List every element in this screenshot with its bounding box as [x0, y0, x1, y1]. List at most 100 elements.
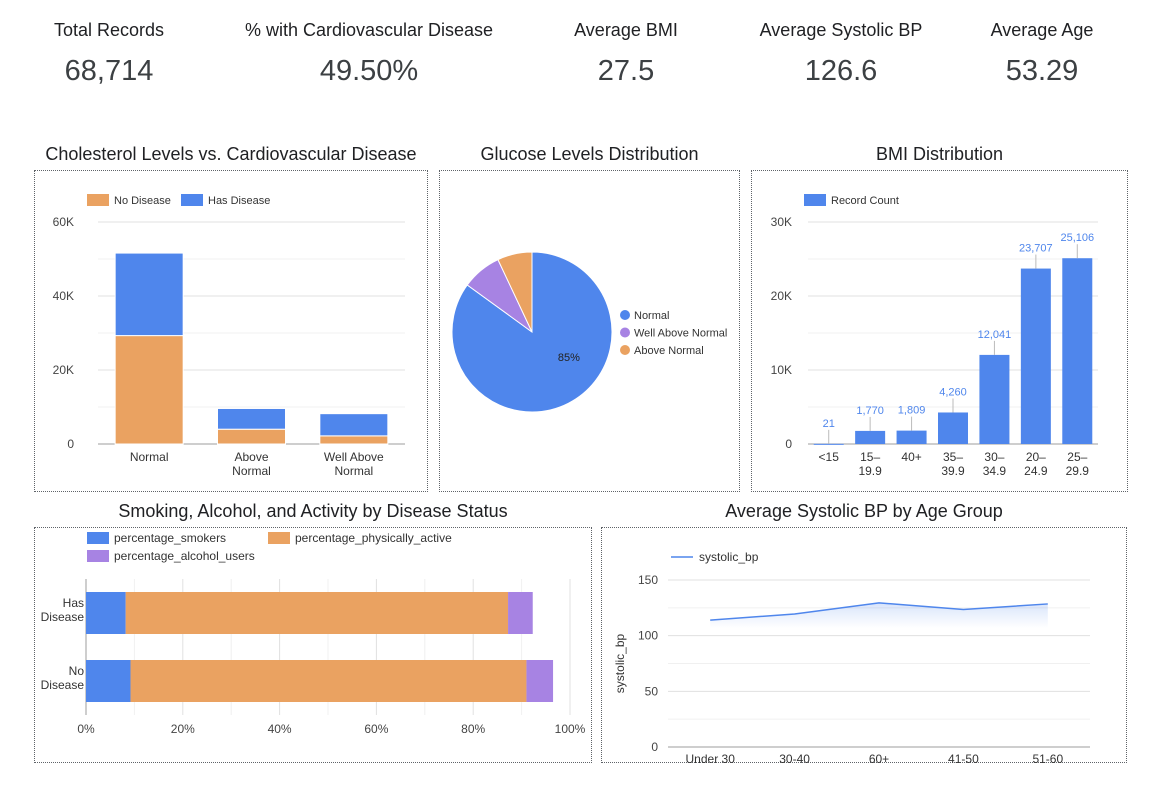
- kpi-cardio-percentage: % with Cardiovascular Disease 49.50%: [238, 20, 500, 88]
- kpi-total-records: Total Records 68,714: [40, 20, 178, 88]
- cholesterol-chart-panel: 0 20K 40K 60K Normal Above Normal Well Above Nor…: [34, 170, 428, 492]
- kpi-value: 49.50%: [319, 55, 419, 87]
- x-tick-label: Well Above: [324, 450, 384, 464]
- legend-swatch: [87, 550, 109, 562]
- y-axis-label: systolic_bp: [613, 634, 627, 694]
- legend-label: Has Disease: [208, 195, 270, 207]
- systolic-chart-panel: 0 50 100 150 systolic_bp Under 30 30-40 60+ 41-5…: [601, 527, 1127, 766]
- lifestyle-chart-title: Smoking, Alcohol, and Activity by Diseas…: [118, 501, 508, 521]
- x-tick-label: 30–: [984, 450, 1004, 464]
- kpi-average-systolic-bp: Average Systolic BP 126.6: [752, 20, 930, 88]
- legend-swatch: [268, 532, 290, 544]
- kpi-value: 53.29: [1005, 55, 1079, 87]
- kpi-value: 68,714: [64, 55, 154, 87]
- x-tick-label: 40+: [901, 450, 921, 464]
- bar: [979, 354, 1010, 444]
- kpi-value: 126.6: [804, 55, 878, 87]
- bar-segment: [130, 660, 527, 702]
- y-tick-label: 150: [638, 573, 658, 587]
- x-tick-label: 20%: [171, 722, 195, 736]
- bar-segment: [86, 660, 131, 702]
- x-tick-label: <15: [819, 450, 840, 464]
- bar: [1020, 268, 1051, 444]
- x-tick-label: Under 30: [686, 752, 736, 766]
- bar-segment: [319, 435, 389, 445]
- bar-segment: [217, 428, 286, 445]
- legend-label: Above Normal: [634, 345, 704, 357]
- x-tick-label: 30-40: [779, 752, 810, 766]
- x-tick-label: Normal: [334, 464, 373, 478]
- kpi-value: 27.5: [597, 55, 655, 87]
- bar-segment: [508, 592, 533, 634]
- glucose-pie-chart: 85% Normal Well Above Normal Above Normal: [451, 251, 727, 413]
- x-tick-label: Normal: [232, 464, 271, 478]
- legend-swatch: [87, 194, 109, 206]
- bar-segment: [86, 592, 126, 634]
- legend-swatch: [620, 310, 630, 320]
- kpi-average-bmi: Average BMI 27.5: [560, 20, 692, 88]
- data-label: 12,041: [978, 329, 1012, 341]
- x-tick-label: 41-50: [948, 752, 979, 766]
- glucose-chart-title: Glucose Levels Distribution: [480, 144, 699, 164]
- legend-label: systolic_bp: [699, 550, 759, 564]
- bar: [896, 430, 927, 444]
- y-tick-label: 30K: [771, 215, 792, 229]
- legend-swatch: [620, 345, 630, 355]
- systolic-chart-title: Average Systolic BP by Age Group: [725, 501, 1003, 521]
- bar-segment: [526, 660, 554, 702]
- y-tick-label: Disease: [41, 610, 85, 624]
- legend-swatch: [87, 532, 109, 544]
- kpi-label: % with Cardiovascular Disease: [244, 20, 494, 40]
- kpi-label: Average Systolic BP: [759, 20, 923, 40]
- x-tick-label: 80%: [461, 722, 485, 736]
- data-label: 21: [823, 418, 835, 430]
- systolic-line-chart: 0 50 100 150 systolic_bp Under 30 30-40 60+ 41-5…: [613, 550, 1090, 766]
- x-tick-label: 24.9: [1024, 464, 1048, 478]
- pie-slice-label: 85%: [558, 352, 580, 364]
- y-tick-label: 60K: [53, 215, 74, 229]
- glucose-chart-panel: 85% Normal Well Above Normal Above Normal: [439, 170, 740, 492]
- lifestyle-chart-panel: 0% 20% 40% 60% 80% 100% Has Disease No Disease per…: [34, 527, 592, 763]
- data-label: 1,770: [856, 405, 884, 417]
- x-tick-label: 60+: [869, 752, 889, 766]
- bar: [855, 430, 886, 444]
- x-tick-label: 29.9: [1066, 464, 1090, 478]
- bmi-chart-panel: 0 10K 20K 30K 21 <15 1,770 15– 19.9 1,809 40+ 4,260…: [751, 170, 1128, 492]
- y-tick-label: 0: [785, 437, 792, 451]
- kpi-average-age: Average Age 53.29: [980, 20, 1104, 88]
- kpi-label: Average BMI: [574, 20, 678, 40]
- legend-label: percentage_smokers: [114, 531, 226, 545]
- bar-segment: [114, 252, 184, 337]
- y-tick-label: 20K: [53, 363, 74, 377]
- y-tick-label: 0: [67, 437, 74, 451]
- bmi-chart-title: BMI Distribution: [875, 144, 1004, 164]
- x-tick-label: 60%: [364, 722, 388, 736]
- x-tick-label: 40%: [268, 722, 292, 736]
- legend-swatch: [620, 327, 630, 338]
- data-label: 25,106: [1060, 232, 1094, 244]
- bar-segment: [319, 413, 389, 437]
- y-tick-label: 50: [645, 684, 659, 698]
- bar: [813, 443, 844, 445]
- cholesterol-chart-title: Cholesterol Levels vs. Cardiovascular Di…: [45, 144, 417, 164]
- y-tick-label: 20K: [771, 289, 792, 303]
- y-tick-label: 0: [651, 740, 658, 754]
- data-label: 23,707: [1019, 243, 1053, 255]
- bar-segment: [114, 335, 184, 445]
- data-label: 4,260: [939, 386, 967, 398]
- legend-label: percentage_physically_active: [295, 531, 452, 545]
- x-tick-label: Above: [234, 450, 268, 464]
- y-tick-label: Disease: [41, 678, 85, 692]
- y-tick-label: 40K: [53, 289, 74, 303]
- y-tick-label: 10K: [771, 363, 792, 377]
- bar-segment: [125, 592, 509, 634]
- y-tick-label: 100: [638, 629, 658, 643]
- legend-swatch: [181, 194, 203, 206]
- x-tick-label: 25–: [1067, 450, 1087, 464]
- lifestyle-horizontal-bar-chart: 0% 20% 40% 60% 80% 100%HasDiseaseNoDiseaseper…: [41, 531, 586, 736]
- x-tick-label: 19.9: [858, 464, 882, 478]
- y-tick-label: Has: [63, 596, 84, 610]
- kpi-label: Total Records: [53, 20, 165, 40]
- legend-swatch: [804, 194, 826, 206]
- x-tick-label: 0%: [77, 722, 95, 736]
